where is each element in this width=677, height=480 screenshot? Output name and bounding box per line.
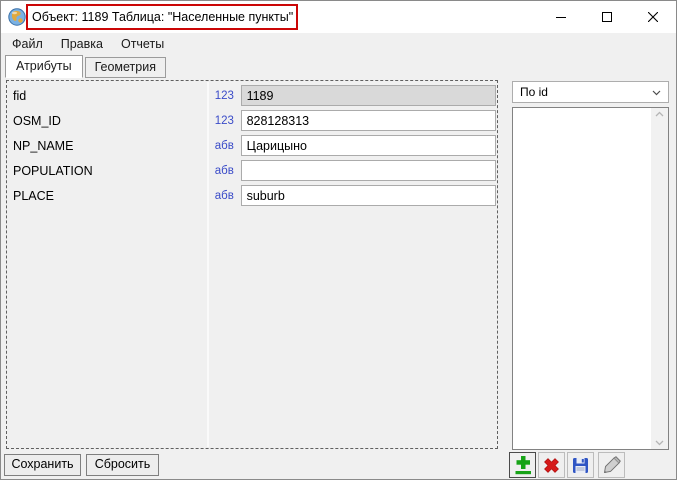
minimize-button[interactable]: [538, 1, 584, 32]
sort-dropdown-value: По id: [520, 85, 548, 99]
attribute-row-fid: fid 123: [8, 83, 496, 108]
chevron-down-icon: [652, 90, 661, 96]
save-object-button[interactable]: [567, 452, 594, 478]
attribute-name: NP_NAME: [8, 139, 209, 153]
green-plus-icon: [513, 455, 533, 476]
menu-bar: Файл Правка Отчеты: [1, 33, 676, 55]
edit-object-button[interactable]: [598, 452, 625, 478]
objects-listbox[interactable]: [512, 107, 669, 450]
attribute-type-badge: абв: [215, 190, 241, 202]
attribute-type-badge: абв: [215, 140, 241, 152]
attribute-value-input[interactable]: [241, 160, 496, 181]
tab-geometry[interactable]: Геометрия: [85, 57, 166, 78]
app-window: Объект: 1189 Таблица: "Населенные пункты…: [0, 0, 677, 480]
attribute-name: OSM_ID: [8, 114, 209, 128]
attribute-value-input[interactable]: [241, 85, 496, 106]
menu-edit[interactable]: Правка: [52, 34, 112, 54]
attribute-name: POPULATION: [8, 164, 209, 178]
sort-dropdown[interactable]: По id: [512, 81, 669, 103]
window-controls: [538, 1, 676, 32]
tab-attributes[interactable]: Атрибуты: [5, 55, 83, 78]
globe-icon: [8, 8, 26, 26]
title-bar: Объект: 1189 Таблица: "Населенные пункты…: [1, 1, 676, 33]
attribute-row-place: PLACE абв: [8, 183, 496, 208]
attribute-value-input[interactable]: [241, 185, 496, 206]
reset-button[interactable]: Сбросить: [86, 454, 159, 476]
add-object-button[interactable]: [509, 452, 536, 478]
attribute-row-population: POPULATION абв: [8, 158, 496, 183]
attribute-type-badge: абв: [215, 165, 241, 177]
attributes-form-panel: fid 123 OSM_ID 123 NP_NAME абв POPULATIO…: [6, 80, 498, 449]
pencil-icon: [602, 455, 622, 475]
maximize-icon: [602, 12, 612, 22]
attribute-row-np-name: NP_NAME абв: [8, 133, 496, 158]
menu-reports[interactable]: Отчеты: [112, 34, 173, 54]
minimize-icon: [556, 12, 566, 22]
attribute-rows: fid 123 OSM_ID 123 NP_NAME абв POPULATIO…: [8, 83, 496, 208]
attribute-type-badge: 123: [215, 90, 241, 102]
attribute-row-osm-id: OSM_ID 123: [8, 108, 496, 133]
save-button[interactable]: Сохранить: [4, 454, 81, 476]
floppy-disk-icon: [571, 456, 590, 475]
close-icon: [648, 12, 658, 22]
attribute-type-badge: 123: [215, 115, 241, 127]
menu-file[interactable]: Файл: [3, 34, 52, 54]
tab-strip: Атрибуты Геометрия: [5, 56, 168, 78]
scroll-up-icon[interactable]: [655, 111, 664, 117]
attribute-value-input[interactable]: [241, 110, 496, 131]
close-button[interactable]: [630, 1, 676, 32]
window-title: Объект: 1189 Таблица: "Населенные пункты…: [28, 10, 293, 24]
listbox-scrollbar[interactable]: [651, 108, 668, 449]
attribute-value-input[interactable]: [241, 135, 496, 156]
red-x-icon: [541, 455, 562, 476]
attribute-name: fid: [8, 89, 209, 103]
attribute-name: PLACE: [8, 189, 209, 203]
scroll-down-icon[interactable]: [655, 440, 664, 446]
maximize-button[interactable]: [584, 1, 630, 32]
delete-object-button[interactable]: [538, 452, 565, 478]
title-highlight-box: Объект: 1189 Таблица: "Населенные пункты…: [26, 4, 298, 30]
